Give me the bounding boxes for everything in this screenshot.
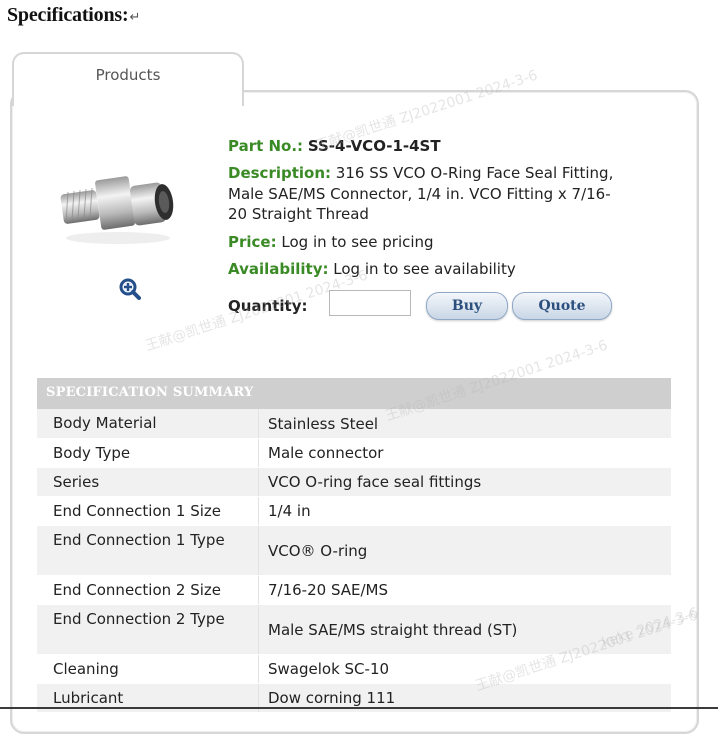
spec-value: Male connector (268, 444, 384, 462)
tab-join (14, 100, 238, 108)
page-title-text: Specifications: (7, 4, 129, 26)
buy-button[interactable]: Buy (426, 292, 508, 320)
specification-rows: Body Material Stainless Steel Body Type … (37, 409, 671, 713)
specification-summary-table: SPECIFICATION SUMMARY Body Material Stai… (37, 378, 671, 713)
table-row: Series VCO O-ring face seal fittings (37, 468, 671, 497)
spec-key: End Connection 2 Size (37, 576, 259, 604)
availability: Availability: Log in to see availability (228, 259, 516, 279)
spec-value: Male SAE/MS straight thread (ST) (268, 620, 518, 639)
price-label: Price: (228, 233, 277, 251)
spec-value: VCO O-ring face seal fittings (268, 473, 482, 491)
table-row: Body Material Stainless Steel (37, 409, 671, 439)
part-number-value: SS-4-VCO-1-4ST (307, 137, 441, 155)
description: Description: 316 SS VCO O-Ring Face Seal… (228, 163, 628, 225)
quote-button[interactable]: Quote (512, 292, 612, 320)
quantity-row: Quantity: Buy Quote (228, 286, 648, 326)
availability-value[interactable]: Log in to see availability (333, 260, 515, 278)
zoom-in-icon[interactable] (118, 277, 142, 301)
spec-key: Body Material (37, 409, 259, 438)
part-number-label: Part No.: (228, 137, 304, 155)
quantity-label: Quantity: (228, 297, 308, 315)
tab-products[interactable]: Products (12, 52, 244, 106)
spec-value: Stainless Steel (268, 414, 379, 433)
table-row: Cleaning Swagelok SC-10 (37, 655, 671, 684)
table-row: End Connection 2 Size 7/16-20 SAE/MS (37, 576, 671, 605)
table-row: Body Type Male connector (37, 439, 671, 468)
specification-summary-header: SPECIFICATION SUMMARY (37, 378, 671, 409)
spec-key: Body Type (37, 439, 259, 467)
page-bottom-border (0, 707, 718, 709)
part-number: Part No.: SS-4-VCO-1-4ST (228, 136, 441, 156)
page-title: Specifications:↵ (7, 4, 140, 27)
spec-value: Swagelok SC-10 (268, 660, 390, 678)
availability-label: Availability: (228, 260, 329, 278)
spec-key: End Connection 1 Type (37, 526, 259, 575)
spec-key: Cleaning (37, 655, 259, 683)
table-row: End Connection 2 Type Male SAE/MS straig… (37, 605, 671, 655)
product-image (60, 176, 174, 244)
spec-value: VCO® O-ring (268, 541, 368, 560)
spec-value: 7/16-20 SAE/MS (268, 581, 389, 599)
spec-key: End Connection 2 Type (37, 605, 259, 654)
price-value[interactable]: Log in to see pricing (281, 233, 433, 251)
table-row: End Connection 1 Size 1/4 in (37, 497, 671, 526)
specification-summary-title: SPECIFICATION SUMMARY (46, 385, 254, 400)
description-label: Description: (228, 164, 332, 182)
spec-key: End Connection 1 Size (37, 497, 259, 525)
table-row: End Connection 1 Type VCO® O-ring (37, 526, 671, 576)
spec-value: 1/4 in (268, 502, 311, 520)
return-mark-icon: ↵ (129, 9, 141, 24)
quantity-input[interactable] (329, 290, 411, 316)
spec-key: Series (37, 468, 259, 496)
price: Price: Log in to see pricing (228, 232, 434, 252)
tab-products-label: Products (95, 66, 161, 84)
